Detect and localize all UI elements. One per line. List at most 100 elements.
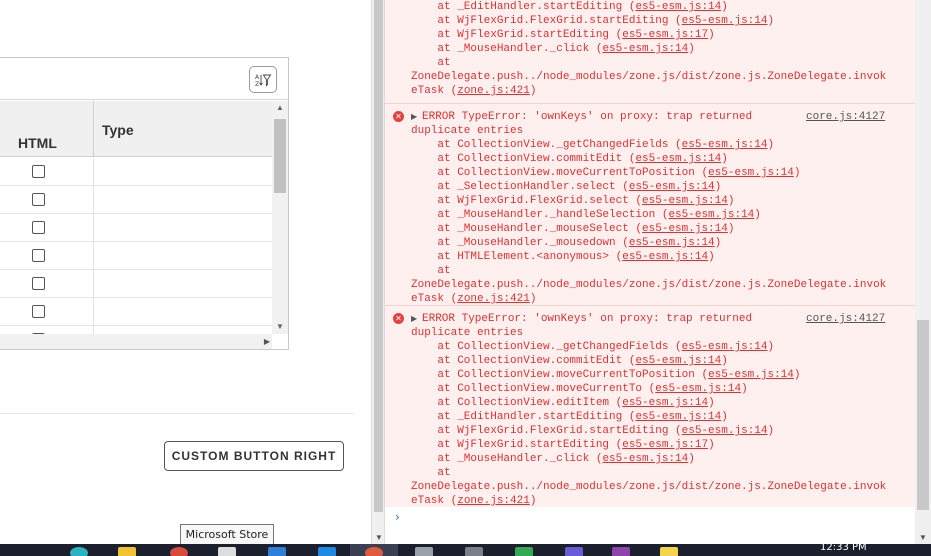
stack-line: eTask (zone.js:421)	[411, 293, 537, 305]
source-link[interactable]: es5-esm.js:14	[629, 181, 715, 193]
table-row[interactable]	[0, 158, 272, 186]
column-header-label: HTML	[18, 135, 57, 151]
source-link[interactable]: es5-esm.js:14	[602, 453, 688, 465]
source-link[interactable]: es5-esm.js:14	[682, 139, 768, 151]
source-link[interactable]: zone.js:421	[457, 495, 530, 507]
app-icon[interactable]	[465, 547, 483, 556]
app-icon[interactable]	[415, 547, 433, 556]
teams-icon[interactable]	[565, 547, 583, 556]
store-icon[interactable]	[218, 547, 236, 556]
scroll-thumb[interactable]	[917, 320, 929, 510]
console-prompt[interactable]: ›	[395, 510, 400, 524]
divider	[0, 413, 354, 414]
scroll-thumb[interactable]	[274, 119, 286, 193]
html-checkbox[interactable]	[32, 221, 45, 234]
error-icon: ✕	[393, 111, 404, 122]
html-checkbox[interactable]	[32, 277, 45, 290]
scroll-up-icon[interactable]: ▲	[272, 101, 288, 115]
grid-horizontal-scrollbar[interactable]: ▶	[0, 334, 272, 349]
scroll-down-icon[interactable]: ▼	[372, 533, 386, 542]
cortana-icon[interactable]	[70, 547, 88, 556]
source-link[interactable]: es5-esm.js:14	[708, 369, 794, 381]
taskbar-clock[interactable]: 12:33 PM	[820, 544, 867, 553]
grid-toolbar: A Z	[0, 58, 288, 100]
expand-triangle-icon[interactable]: ▶	[411, 110, 417, 124]
source-link[interactable]: es5-esm.js:14	[622, 251, 708, 263]
custom-button-right[interactable]: CUSTOM BUTTON RIGHT	[164, 441, 344, 471]
html-cell	[0, 298, 94, 326]
file-explorer-icon[interactable]	[118, 547, 136, 556]
html-checkbox[interactable]	[32, 249, 45, 262]
source-link[interactable]: es5-esm.js:14	[642, 195, 728, 207]
column-header-type[interactable]: Type	[94, 101, 272, 157]
stack-line: at _MouseHandler._mousedown (es5-esm.js:…	[411, 237, 722, 249]
source-link[interactable]: es5-esm.js:14	[682, 425, 768, 437]
html-checkbox[interactable]	[32, 165, 45, 178]
html-cell	[0, 242, 94, 270]
source-link[interactable]: es5-esm.js:14	[635, 1, 721, 13]
scroll-down-icon[interactable]: ▼	[915, 533, 931, 542]
html-checkbox[interactable]	[32, 305, 45, 318]
stack-line: ZoneDelegate.push../node_modules/zone.js…	[411, 481, 887, 493]
html-checkbox[interactable]	[32, 193, 45, 206]
source-link[interactable]: es5-esm.js:14	[682, 15, 768, 27]
stack-line: at WjFlexGrid.FlexGrid.startEditing (es5…	[411, 15, 775, 27]
source-link[interactable]: es5-esm.js:14	[635, 355, 721, 367]
table-row[interactable]	[0, 186, 272, 214]
sort-filter-button[interactable]: A Z	[249, 66, 277, 93]
scroll-right-icon[interactable]: ▶	[264, 334, 270, 349]
table-row[interactable]	[0, 214, 272, 242]
source-link[interactable]: es5-esm.js:14	[642, 223, 728, 235]
stack-line: eTask (zone.js:421)	[411, 85, 537, 97]
table-row[interactable]	[0, 298, 272, 326]
vscode-icon[interactable]	[318, 547, 336, 556]
stack-line: at _MouseHandler._mouseSelect (es5-esm.j…	[411, 223, 735, 235]
source-link[interactable]: zone.js:421	[457, 293, 530, 305]
chrome-icon[interactable]	[170, 547, 188, 556]
stack-line: at _MouseHandler._handleSelection (es5-e…	[411, 209, 761, 221]
source-link[interactable]: es5-esm.js:14	[635, 153, 721, 165]
app-icon[interactable]	[515, 547, 533, 556]
expand-triangle-icon[interactable]: ▶	[411, 312, 417, 326]
source-link[interactable]: es5-esm.js:17	[622, 439, 708, 451]
grid-vertical-scrollbar[interactable]: ▲ ▼	[272, 101, 288, 334]
column-header-html[interactable]: HTML	[0, 101, 94, 157]
stack-line: ZoneDelegate.push../node_modules/zone.js…	[411, 279, 887, 291]
firefox-icon[interactable]	[365, 547, 383, 556]
stack-line: at CollectionView._getChangedFields (es5…	[411, 139, 775, 151]
source-link[interactable]: zone.js:421	[457, 85, 530, 97]
source-link[interactable]: es5-esm.js:14	[655, 383, 741, 395]
stack-line: at HTMLElement.<anonymous> (es5-esm.js:1…	[411, 251, 715, 263]
error-header: ERROR TypeError: 'ownKeys' on proxy: tra…	[422, 111, 753, 123]
source-link[interactable]: es5-esm.js:14	[629, 237, 715, 249]
app-icon[interactable]	[660, 547, 678, 556]
source-link[interactable]: es5-esm.js:14	[635, 411, 721, 423]
source-link[interactable]: es5-esm.js:14	[602, 43, 688, 55]
svg-text:A: A	[255, 74, 260, 81]
stack-line: at _EditHandler.startEditing (es5-esm.js…	[411, 411, 728, 423]
source-link[interactable]: es5-esm.js:14	[622, 397, 708, 409]
source-link[interactable]: es5-esm.js:14	[708, 167, 794, 179]
console-scrollbar[interactable]: ▼	[915, 0, 931, 544]
stack-line: at	[411, 57, 451, 69]
source-link[interactable]: es5-esm.js:17	[622, 29, 708, 41]
source-link[interactable]: core.js:4127	[806, 110, 885, 124]
table-row[interactable]	[0, 326, 272, 334]
error-icon: ✕	[393, 313, 404, 324]
html-cell	[0, 158, 94, 186]
console-error-message: at _EditHandler.startEditing (es5-esm.js…	[385, 0, 915, 103]
html-cell	[0, 186, 94, 214]
visual-studio-icon[interactable]	[612, 547, 630, 556]
scroll-thumb[interactable]	[374, 0, 383, 512]
grid-header: HTML Type	[0, 101, 272, 157]
source-link[interactable]: es5-esm.js:14	[682, 341, 768, 353]
stack-line: at CollectionView.commitEdit (es5-esm.js…	[411, 355, 728, 367]
scroll-down-icon[interactable]: ▼	[272, 320, 288, 334]
mail-icon[interactable]	[268, 547, 286, 556]
source-link[interactable]: core.js:4127	[806, 312, 885, 326]
app-scrollbar[interactable]: ▼	[371, 0, 385, 544]
table-row[interactable]	[0, 270, 272, 298]
stack-line: at CollectionView.moveCurrentTo (es5-esm…	[411, 383, 748, 395]
source-link[interactable]: es5-esm.js:14	[668, 209, 754, 221]
table-row[interactable]	[0, 242, 272, 270]
